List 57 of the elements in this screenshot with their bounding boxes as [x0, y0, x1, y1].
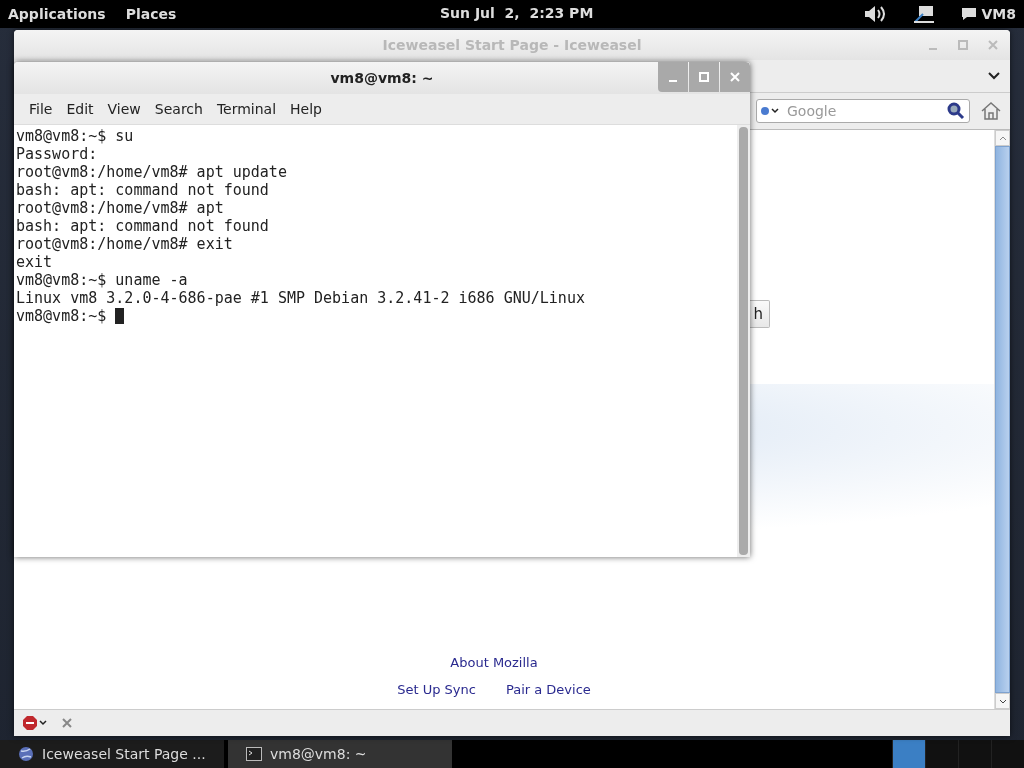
terminal-line: exit: [16, 253, 53, 271]
link[interactable]: Set Up Sync: [397, 682, 476, 697]
taskbar-button[interactable]: Iceweasel Start Page ...: [0, 740, 224, 768]
terminal-line: vm8@vm8:~$ uname -a: [16, 271, 188, 289]
terminal-icon: [246, 747, 262, 761]
search-icon[interactable]: [947, 102, 965, 120]
maximize-button[interactable]: [956, 38, 970, 52]
menu-item[interactable]: View: [100, 101, 148, 117]
search-input[interactable]: Google: [785, 102, 943, 120]
terminal-line: vm8@vm8:~$ su: [16, 127, 134, 145]
close-icon: [62, 718, 72, 728]
terminal-line: Linux vm8 3.2.0-4-686-pae #1 SMP Debian 3.2.41-2 i686 GNU/Linux: [16, 289, 585, 307]
workspace-button[interactable]: [892, 740, 925, 768]
taskbar-button[interactable]: vm8@vm8: ~: [228, 740, 452, 768]
close-icon: [730, 72, 740, 82]
scroll-up-button[interactable]: [995, 130, 1010, 146]
window-title: vm8@vm8: ~: [330, 70, 434, 86]
network-icon[interactable]: [913, 4, 936, 24]
search-button[interactable]: h: [748, 300, 770, 328]
terminal-line: vm8@vm8:~$: [16, 307, 108, 325]
top-menu[interactable]: Places: [125, 6, 177, 22]
link[interactable]: Pair a Device: [505, 682, 591, 697]
menu-item[interactable]: Help: [283, 101, 329, 117]
search-box[interactable]: Google: [756, 99, 970, 123]
volume-icon[interactable]: [863, 4, 888, 24]
close-button[interactable]: [720, 62, 750, 92]
close-icon: [988, 40, 998, 50]
link[interactable]: About Mozilla: [450, 655, 538, 670]
close-button[interactable]: [986, 38, 1000, 52]
menu-item[interactable]: Edit: [59, 101, 101, 117]
terminal-line: root@vm8:/home/vm8# exit: [16, 235, 233, 253]
scroll-down-button[interactable]: [995, 693, 1010, 709]
scrollbar-thumb[interactable]: [739, 127, 748, 555]
chat-icon[interactable]: [961, 7, 978, 21]
terminal-line: root@vm8:/home/vm8# apt update: [16, 163, 287, 181]
search-engine-icon: [761, 105, 781, 117]
globe-icon: [18, 746, 34, 762]
minimize-button[interactable]: [658, 62, 688, 92]
maximize-icon: [699, 72, 709, 82]
terminal-line: Password:: [16, 145, 98, 163]
home-icon[interactable]: [980, 101, 1002, 121]
clock[interactable]: Sun Jul 2, 2:23 PM: [440, 5, 594, 21]
chevron-down-icon[interactable]: [988, 72, 1000, 80]
maximize-button[interactable]: [689, 62, 719, 92]
menu-item[interactable]: File: [22, 101, 60, 117]
menu-item[interactable]: Terminal: [209, 101, 284, 117]
menu-item[interactable]: Search: [147, 101, 210, 117]
terminal-line: root@vm8:/home/vm8# apt: [16, 199, 224, 217]
terminal-line: bash: apt: command not found: [16, 217, 269, 235]
user-name[interactable]: VM8: [981, 6, 1016, 22]
top-menu[interactable]: Applications: [8, 6, 106, 22]
stop-sign-icon[interactable]: [22, 715, 48, 731]
scrollbar-thumb[interactable]: [995, 146, 1010, 693]
minimize-icon: [669, 80, 677, 82]
minimize-icon: [929, 48, 937, 50]
maximize-icon: [958, 40, 968, 50]
terminal-line: bash: apt: command not found: [16, 181, 269, 199]
